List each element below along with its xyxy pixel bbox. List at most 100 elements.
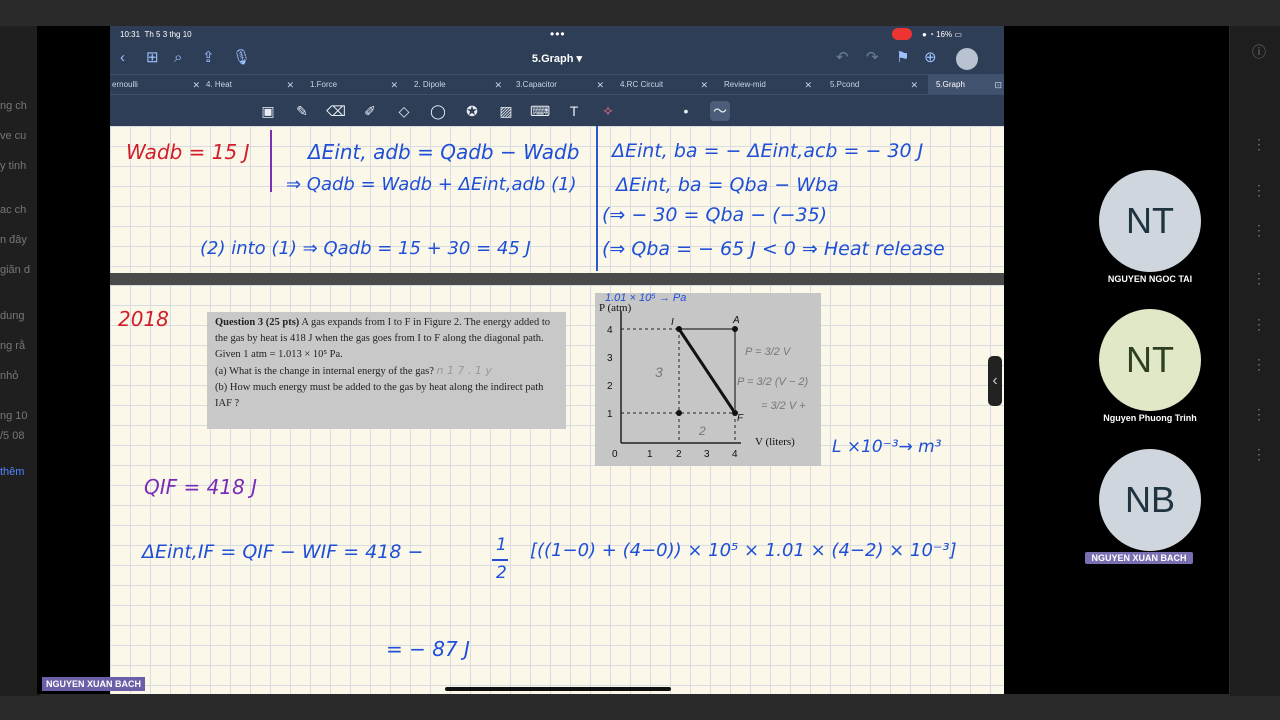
graph-xlabel: V (liters) — [755, 436, 795, 448]
question-b: (b) How much energy must be added to the… — [215, 382, 544, 409]
more-icon: ⋮ — [1252, 406, 1266, 422]
hw-graph-note-top: 1.01 × 10⁵ → Pa — [605, 293, 686, 304]
question-heading: Question 3 (25 pts) — [215, 317, 300, 328]
redo-icon[interactable]: ↷ — [866, 50, 879, 66]
tab[interactable]: Review-mid ✕ — [716, 75, 820, 95]
ytick: 3 — [607, 353, 613, 364]
highlighter-icon[interactable]: ✐ — [360, 101, 380, 121]
tab[interactable]: 3.Capacitor ✕ — [508, 75, 612, 95]
text-icon[interactable]: T — [564, 101, 584, 121]
tab[interactable]: 4.RC Circuit ✕ — [612, 75, 716, 95]
close-icon[interactable]: ✕ — [596, 75, 604, 95]
shared-screen: 10:31 Th 5 3 thg 10 ••• ● ◔ 16% ▭ ‹ ⊞ ⌕ … — [37, 26, 1229, 694]
hw-scribble: n 1 7 . 1 y — [436, 364, 492, 377]
question-image[interactable]: Question 3 (25 pts) A gas expands from I… — [207, 312, 566, 429]
undo-icon[interactable]: ↶ — [836, 50, 849, 66]
close-icon[interactable]: ✕ — [804, 75, 812, 95]
tab[interactable]: 4. Heat ✕ — [198, 75, 302, 95]
multitask-dots-icon[interactable]: ••• — [550, 27, 566, 41]
more-icon: ⋮ — [1252, 356, 1266, 372]
more-icon: ⋮ — [1252, 446, 1266, 462]
hw-unit-note: L ×10⁻³→ m³ — [832, 437, 942, 457]
avatar[interactable]: NT — [1099, 170, 1201, 272]
avatar[interactable]: NB — [1099, 449, 1201, 551]
ytick: 4 — [607, 325, 613, 336]
close-icon[interactable]: ✕ — [286, 75, 294, 95]
info-icon: ⓘ — [1252, 44, 1266, 60]
pv-graph-image[interactable]: P (atm) V (liters) 1 2 3 4 0 1 2 3 4 I A… — [595, 292, 821, 466]
bg-text: ve cu — [0, 130, 27, 142]
xtick: 2 — [676, 449, 682, 460]
hw-graph-eq1: P = 3/2 V — [745, 346, 792, 358]
scan-icon[interactable]: ▣ — [258, 101, 278, 121]
more-icon: ⋮ — [1252, 270, 1266, 286]
hw-eq-lhs: ΔEint,IF = QIF − WIF = 418 − — [142, 541, 424, 563]
home-indicator — [445, 687, 671, 691]
notebook-canvas[interactable]: Wadb = 15 J ΔEint, adb = Qadb − Wadb ⇒ Q… — [110, 126, 1004, 694]
collapse-panel-icon[interactable]: ‹ — [988, 356, 1002, 406]
participant-name: NGUYEN NGOC TAI — [1107, 274, 1193, 284]
note-page-bottom[interactable]: 2018 Question 3 (25 pts) A gas expands f… — [110, 285, 1004, 694]
close-icon[interactable]: ⊡ — [994, 75, 1002, 95]
color-dot-icon[interactable]: • — [676, 101, 696, 121]
status-time: 10:31 Th 5 3 thg 10 — [120, 30, 192, 39]
hw-frac-den: 2 — [496, 563, 507, 583]
close-icon[interactable]: ✕ — [494, 75, 502, 95]
note-page-top[interactable]: Wadb = 15 J ΔEint, adb = Qadb − Wadb ⇒ Q… — [110, 126, 1004, 273]
ipad-screen: 10:31 Th 5 3 thg 10 ••• ● ◔ 16% ▭ ‹ ⊞ ⌕ … — [110, 26, 1004, 694]
bg-text: ac ch — [0, 204, 27, 216]
tab[interactable]: 5.Pcond ✕ — [822, 75, 926, 95]
bg-text: n đây — [0, 234, 27, 246]
pointer-icon[interactable] — [956, 48, 978, 70]
participant-name: Nguyen Phuong Trinh — [1103, 413, 1197, 423]
status-bar: 10:31 Th 5 3 thg 10 ••• ● ◔ 16% ▭ — [110, 26, 1004, 44]
laser-icon[interactable]: ✧ — [598, 101, 618, 121]
add-page-icon[interactable]: ⊕ — [924, 50, 937, 66]
close-icon[interactable]: ✕ — [700, 75, 708, 95]
bg-text: dung — [0, 310, 25, 322]
image-icon[interactable]: ▨ — [496, 101, 516, 121]
divider-line — [596, 126, 598, 271]
tab[interactable]: 1.Force ✕ — [302, 75, 406, 95]
tab[interactable]: ernoulli ✕ — [110, 75, 208, 95]
point-label-i: I — [671, 317, 674, 328]
xtick: 0 — [612, 449, 618, 460]
more-icon: ⋮ — [1252, 136, 1266, 152]
bg-text: ng 10 — [0, 410, 28, 422]
ytick: 2 — [607, 381, 613, 392]
sticker-icon[interactable]: ✪ — [462, 101, 482, 121]
bg-text: giãn d — [0, 264, 30, 276]
nav-bar: ‹ ⊞ ⌕ ⇪ 🎙 5.Graph ▾ ↶ ↷ ⚑ ⊕ — [110, 44, 1004, 74]
hw-right-line3: (⇒ − 30 = Qba − (−35) — [602, 204, 828, 226]
background-app-right: ⓘ ⋮ ⋮ ⋮ ⋮ ⋮ ⋮ ⋮ ⋮ — [1230, 26, 1280, 696]
lasso-icon[interactable]: ◯ — [428, 101, 448, 121]
participant-name-speaking: NGUYEN XUAN BACH — [1085, 552, 1193, 564]
ytick: 1 — [607, 409, 613, 420]
xtick: 3 — [704, 449, 710, 460]
more-icon: ⋮ — [1252, 182, 1266, 198]
avatar[interactable]: NT — [1099, 309, 1201, 411]
close-icon[interactable]: ✕ — [390, 75, 398, 95]
participants-panel: NT NGUYEN NGOC TAI NT Nguyen Phuong Trin… — [1004, 26, 1229, 694]
tab-active[interactable]: 5.Graph ⊡ — [928, 75, 1004, 95]
shapes-icon[interactable]: ◇ — [394, 101, 414, 121]
tab[interactable]: 2. Dipole ✕ — [406, 75, 510, 95]
pv-graph: P (atm) V (liters) 1 2 3 4 0 1 2 3 4 I A… — [599, 292, 808, 460]
hw-mid-line1: ΔEint, adb = Qadb − Wadb — [308, 140, 580, 164]
eraser-icon[interactable]: ⌫ — [326, 101, 346, 121]
bg-text: nhỏ — [0, 370, 19, 382]
close-icon[interactable]: ✕ — [910, 75, 918, 95]
more-icon: ⋮ — [1252, 316, 1266, 332]
bookmark-icon[interactable]: ⚑ — [896, 50, 909, 66]
pen-icon[interactable]: ✎ — [292, 101, 312, 121]
stroke-width-icon[interactable]: 〜 — [710, 101, 730, 121]
battery-status: ● ◔ 16% ▭ — [922, 30, 962, 39]
hw-wadb: Wadb = 15 J — [126, 140, 250, 164]
bg-text: thêm — [0, 466, 25, 478]
hw-graph-note-2: 2 — [698, 424, 706, 438]
frac-bar — [492, 559, 508, 561]
xtick: 1 — [647, 449, 653, 460]
screen: { "status": {"time": "10:31", "date": "T… — [0, 0, 1280, 720]
bg-text: /5 08 — [0, 430, 25, 442]
keyboard-icon[interactable]: ⌨ — [530, 101, 550, 121]
